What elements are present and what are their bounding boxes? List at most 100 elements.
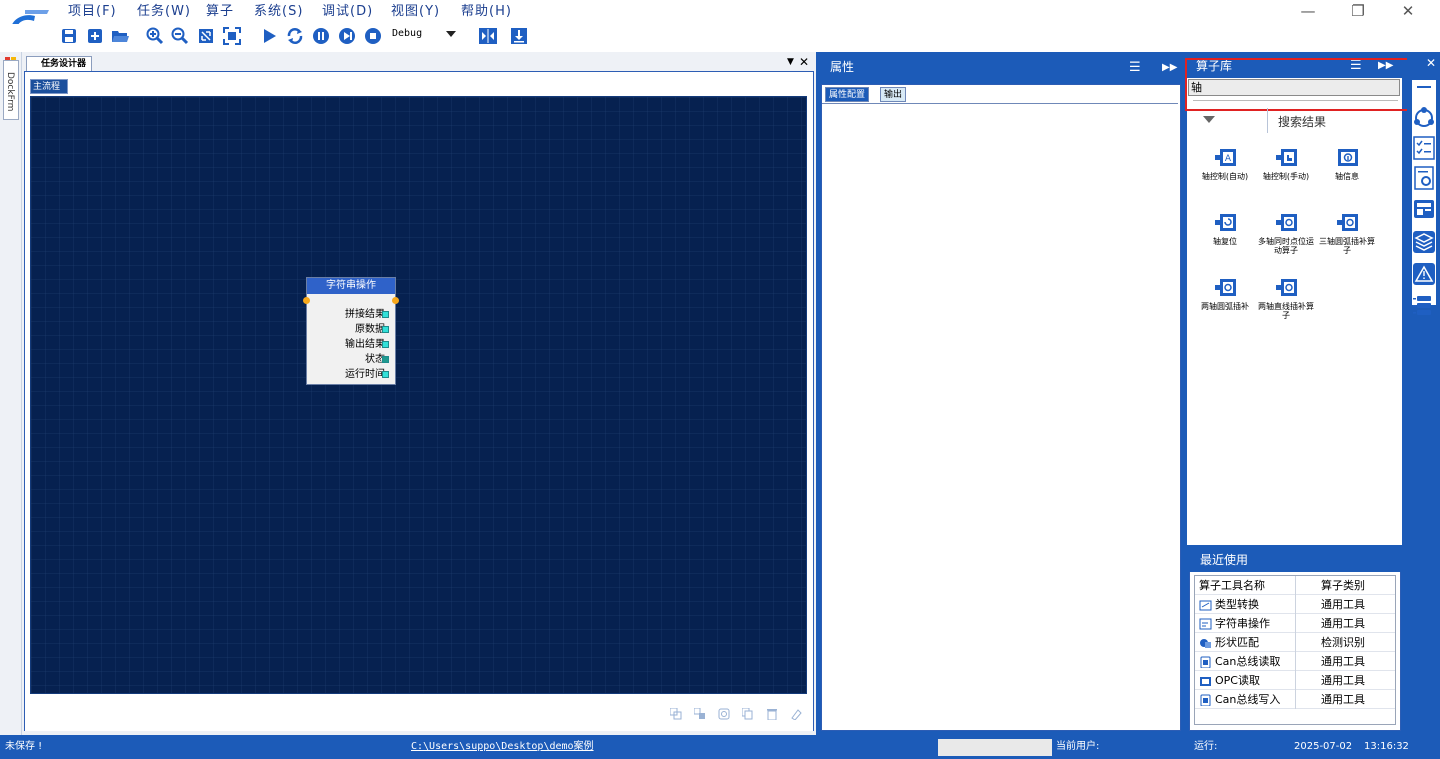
dock-strip — [0, 52, 22, 735]
port-label: 输出结果 — [345, 339, 385, 350]
divider — [1295, 633, 1296, 652]
clear-icon[interactable] — [790, 708, 802, 720]
divider — [1295, 652, 1296, 671]
save-icon[interactable] — [59, 25, 79, 47]
tab-output[interactable]: 输出 — [880, 87, 907, 102]
node-port-row: 状态 — [305, 353, 389, 367]
menu-debug[interactable]: 调试(D) — [322, 2, 373, 22]
node-output-port[interactable] — [392, 297, 399, 304]
fullscreen-icon[interactable] — [222, 25, 242, 47]
project-path-link[interactable]: C:\Users\suppo\Desktop\demo案例 — [411, 735, 594, 759]
table-row[interactable]: OPC读取 通用工具 — [1195, 671, 1395, 690]
divider — [1295, 690, 1296, 709]
can-read-icon — [1200, 656, 1211, 668]
operator-two-axis-arc[interactable]: 两轴圆弧插补 — [1195, 278, 1255, 311]
row-name: 形状匹配 — [1199, 633, 1259, 652]
port-label: 运行时间 — [345, 369, 385, 380]
row-category: 通用工具 — [1321, 674, 1365, 687]
node-port-row: 拼接结果 — [305, 308, 389, 322]
row-name: OPC读取 — [1199, 671, 1260, 690]
collapse-triangle-icon[interactable] — [1203, 116, 1215, 123]
operator-label: 轴复位 — [1213, 237, 1237, 246]
properties-title: 属性 — [830, 60, 855, 74]
port-connector[interactable] — [382, 326, 389, 333]
hierarchy-icon[interactable] — [1411, 292, 1437, 320]
warning-icon[interactable] — [1411, 260, 1437, 288]
restore-icon[interactable]: ❐ — [1347, 2, 1369, 20]
operator-axis-control-auto[interactable]: A 轴控制(自动) — [1195, 148, 1255, 181]
menu-view[interactable]: 视图(Y) — [391, 2, 440, 22]
properties-menu-icon[interactable]: ☰ — [1129, 60, 1141, 75]
split-icon[interactable] — [478, 25, 498, 47]
pause-icon[interactable] — [311, 25, 331, 47]
row-category: 通用工具 — [1321, 693, 1365, 706]
designer-close-icon[interactable]: ✕ — [799, 56, 809, 68]
stop-icon[interactable] — [363, 25, 383, 47]
tab-task-designer[interactable]: 任务设计器 — [26, 56, 92, 72]
node-port-row: 原数据 — [305, 323, 389, 337]
loop-run-icon[interactable] — [285, 25, 305, 47]
checklist-icon[interactable] — [1411, 134, 1437, 162]
can-write-icon — [1200, 694, 1211, 706]
table-row[interactable]: 字符串操作 通用工具 — [1195, 614, 1395, 633]
delete-icon[interactable] — [766, 708, 778, 720]
operator-label: 轴控制(手动) — [1262, 172, 1310, 181]
designer-dropdown-icon[interactable]: ▼ — [787, 57, 797, 67]
port-connector[interactable] — [382, 341, 389, 348]
opc-read-icon — [1200, 677, 1211, 686]
menu-help[interactable]: 帮助(H) — [461, 2, 512, 22]
menu-task[interactable]: 任务(W) — [137, 2, 191, 22]
operator-axis-info[interactable]: 轴信息 — [1317, 148, 1377, 181]
zoom-out-icon[interactable] — [170, 25, 190, 47]
port-connector[interactable] — [382, 311, 389, 318]
status-date: 2025-07-02 — [1294, 741, 1353, 752]
ungroup-icon[interactable] — [694, 708, 706, 720]
tab-property-config[interactable]: 属性配置 — [825, 87, 870, 102]
node-input-port[interactable] — [303, 297, 310, 304]
download-icon[interactable] — [509, 25, 529, 47]
menu-system[interactable]: 系统(S) — [254, 2, 303, 22]
run-icon[interactable] — [259, 25, 279, 47]
settings-list-icon[interactable] — [1411, 164, 1437, 192]
operator-two-axis-linear[interactable]: 两轴直线插补算子 — [1256, 278, 1316, 320]
status-time: 13:16:32 — [1364, 741, 1409, 752]
zoom-in-icon[interactable] — [145, 25, 165, 47]
tab-main-flow[interactable]: 主流程 — [30, 79, 68, 94]
refresh-node-icon[interactable] — [718, 708, 730, 720]
group-icon[interactable] — [670, 708, 682, 720]
close-icon[interactable]: ✕ — [1397, 2, 1419, 20]
menu-project[interactable]: 项目(F) — [68, 2, 117, 22]
table-row[interactable]: 类型转换 通用工具 — [1195, 595, 1395, 614]
new-icon[interactable] — [85, 25, 105, 47]
operator-axis-reset[interactable]: 轴复位 — [1195, 213, 1255, 246]
step-icon[interactable] — [337, 25, 357, 47]
flow-node-string-operation[interactable]: 字符串操作 拼接结果 原数据 输出结果 状态 运行时间 — [303, 277, 399, 385]
operator-multi-axis-point[interactable]: 多轴同时点位运动算子 — [1256, 213, 1316, 255]
search-results-label: 搜索结果 — [1278, 115, 1327, 129]
open-folder-icon[interactable] — [110, 25, 130, 47]
divider — [1193, 100, 1398, 101]
layout-icon[interactable] — [1411, 196, 1437, 224]
minimize-icon[interactable]: — — [1297, 2, 1319, 20]
fit-icon[interactable] — [196, 25, 216, 47]
network-icon[interactable] — [1411, 104, 1437, 132]
menu-operator[interactable]: 算子 — [206, 2, 234, 22]
properties-pin-icon[interactable]: ▶▶ — [1162, 62, 1177, 73]
operator-label: 轴信息 — [1335, 172, 1359, 181]
port-connector[interactable] — [382, 371, 389, 378]
table-row[interactable]: 形状匹配 检测识别 — [1195, 633, 1395, 652]
copy-icon[interactable] — [742, 708, 754, 720]
table-row[interactable]: Can总线读取 通用工具 — [1195, 652, 1395, 671]
layers-icon[interactable] — [1411, 228, 1437, 256]
build-mode-select[interactable]: Debug — [390, 25, 460, 43]
port-connector[interactable] — [382, 356, 389, 363]
run-label: 运行: — [1194, 741, 1218, 752]
operator-axis-control-manual[interactable]: 轴控制(手动) — [1256, 148, 1316, 181]
rightbar-close-icon[interactable]: ✕ — [1426, 56, 1436, 70]
three-axis-arc-icon — [1337, 214, 1358, 231]
flow-canvas[interactable] — [30, 96, 807, 694]
axis-info-icon — [1338, 149, 1358, 166]
operator-three-axis-arc[interactable]: 三轴圆弧插补算子 — [1317, 213, 1377, 255]
table-row[interactable]: Can总线写入 通用工具 — [1195, 690, 1395, 709]
shape-match-icon — [1200, 639, 1211, 648]
